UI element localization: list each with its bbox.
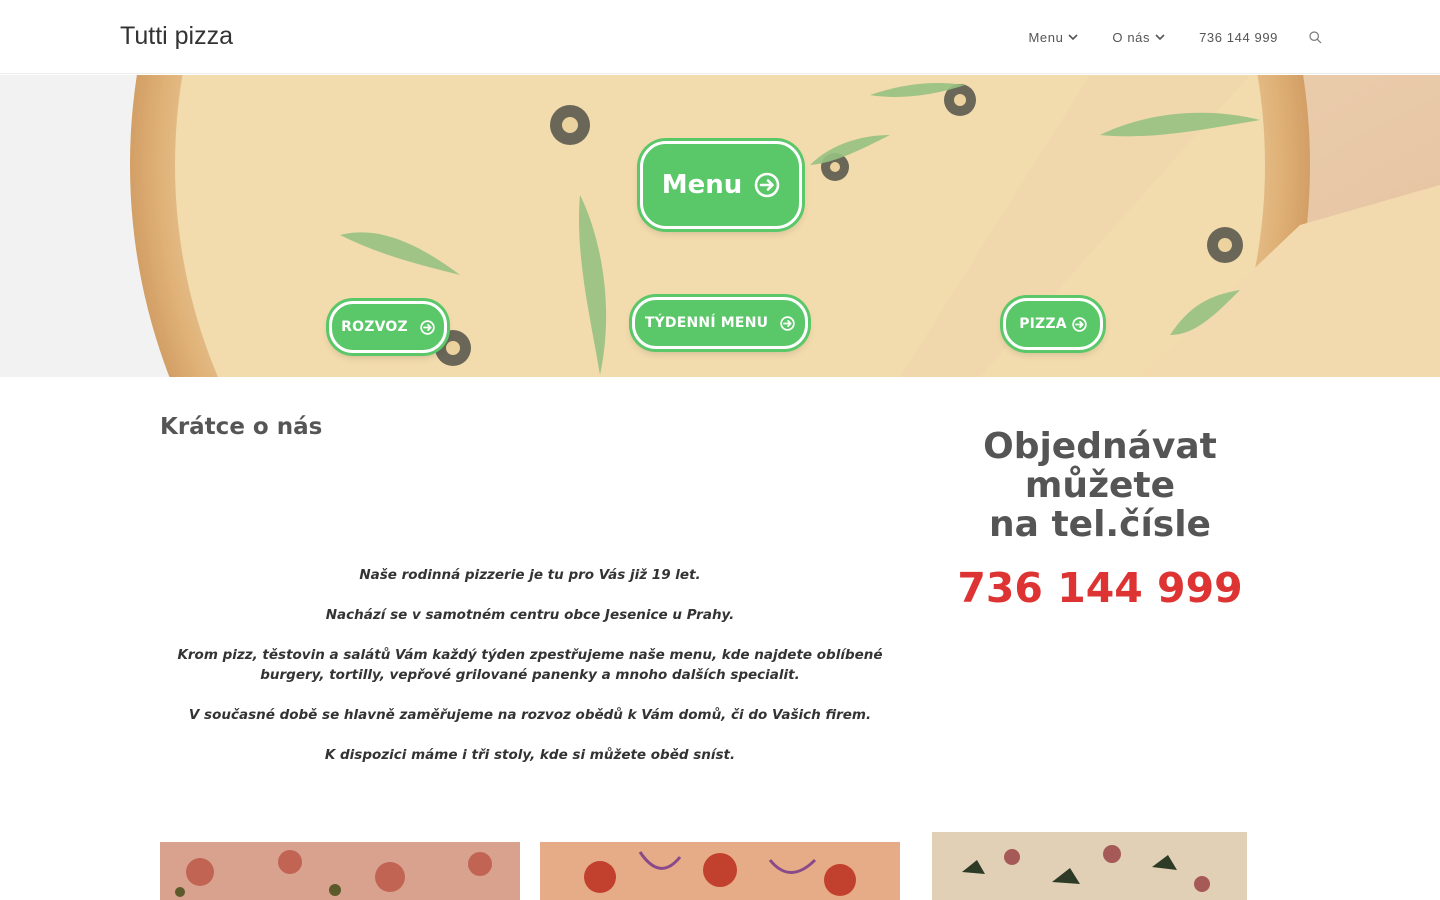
about-paragraph: Naše rodinná pizzerie je tu pro Vás již … [359,567,701,583]
order-title: Objednávat můžete na tel.čísle [910,427,1290,544]
pizza-thumbnail [160,842,520,900]
nav-item-phone-label: 736 144 999 [1199,29,1278,45]
pizza-image [540,842,900,900]
search-icon [1309,30,1322,43]
main-nav: Menu O nás 736 144 999 [1011,0,1322,74]
order-title-line: na tel.čísle [989,504,1211,545]
nav-item-o-nas-label: O nás [1112,29,1151,45]
nav-item-menu-label: Menu [1028,29,1064,45]
search-button[interactable] [1295,30,1322,44]
nav-item-o-nas[interactable]: O nás [1095,30,1182,45]
about-title: Krátce o nás [160,414,323,440]
order-phone[interactable]: 736 144 999 [910,564,1290,612]
menu-button[interactable]: Menu [640,141,802,229]
tydenni-menu-button[interactable]: TÝDENNÍ MENU [632,297,808,349]
order-box: Objednávat můžete na tel.čísle 736 144 9… [910,427,1290,612]
chevron-down-icon [1155,33,1165,40]
about-paragraph: K dispozici máme i tři stoly, kde si můž… [324,747,736,763]
pizza-image [932,832,1247,900]
chevron-down-icon [1068,33,1078,40]
pizza-image [160,842,520,900]
about-paragraph: V současné době se hlavně zaměřujeme na … [188,707,872,723]
rozvoz-button-label: ROZVOZ [341,319,408,335]
site-logo[interactable]: Tutti pizza [120,22,233,51]
about-paragraph: Krom pizz, těstovin a salátů Vám každý t… [177,647,883,683]
tydenni-menu-button-label: TÝDENNÍ MENU [644,315,769,331]
nav-item-menu[interactable]: Menu [1011,30,1095,45]
hero-banner: Menu ROZVOZ TÝDENNÍ MENU PIZZA [0,75,1440,377]
about-text: Naše rodinná pizzerie je tu pro Vás již … [160,565,900,785]
about-paragraph: Nachází se v samotném centru obce Jeseni… [325,607,735,623]
arrow-circle-right-icon [420,319,435,335]
pizza-thumbnail [932,832,1247,900]
arrow-circle-right-icon [754,172,780,198]
pizza-button[interactable]: PIZZA [1003,298,1103,350]
order-title-line: Objednávat můžete [983,426,1217,506]
rozvoz-button[interactable]: ROZVOZ [329,301,447,353]
menu-button-label: Menu [661,170,743,200]
arrow-circle-right-icon [1072,316,1087,332]
arrow-circle-right-icon [780,315,795,331]
pizza-button-label: PIZZA [1019,316,1067,332]
pizza-thumbnail [540,842,900,900]
site-header: Tutti pizza Menu O nás 736 144 999 [0,0,1440,74]
nav-item-phone[interactable]: 736 144 999 [1182,30,1295,45]
